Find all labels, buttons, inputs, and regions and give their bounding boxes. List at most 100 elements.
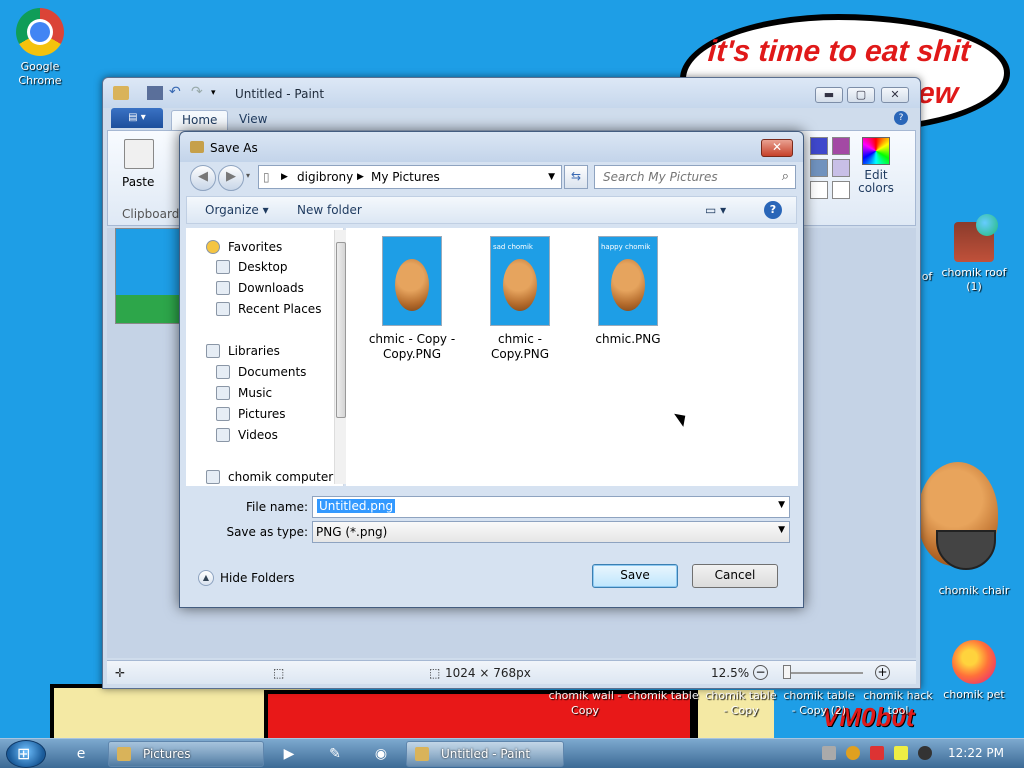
- file-name-field[interactable]: Untitled.png ▼: [312, 496, 790, 518]
- nav-videos[interactable]: Videos: [216, 426, 278, 444]
- media-player-icon[interactable]: ▶: [270, 742, 308, 766]
- desktop-icon-chomik-roof[interactable]: chomik roof (1): [934, 214, 1014, 294]
- file-name[interactable]: chmic - Copy - Copy.PNG: [364, 332, 460, 362]
- desktop-icon-label: of: [921, 270, 933, 283]
- battery-tray-icon[interactable]: [894, 746, 908, 760]
- nav-libraries[interactable]: Libraries: [206, 342, 280, 360]
- star-icon: [206, 240, 220, 254]
- volume-tray-icon[interactable]: [918, 746, 932, 760]
- help-icon[interactable]: ?: [894, 111, 908, 125]
- forward-button[interactable]: ▶: [218, 165, 244, 191]
- view-options-icon[interactable]: ▭ ▾: [705, 203, 726, 217]
- desktop-icon-chomik-table[interactable]: chomik table: [624, 688, 702, 703]
- file-menu-button[interactable]: ▤ ▾: [111, 108, 163, 128]
- refresh-button[interactable]: ⇆: [564, 165, 588, 189]
- color-swatch[interactable]: [810, 159, 828, 177]
- chrome-taskbar-icon[interactable]: ◉: [362, 742, 400, 766]
- search-box[interactable]: ⌕: [594, 165, 796, 189]
- edit-colors-icon: [862, 137, 890, 165]
- breadcrumb[interactable]: ▯ ▶ digibrony ▶ My Pictures ▼: [258, 165, 562, 189]
- zoom-slider-track[interactable]: [783, 672, 863, 674]
- desktop-icon-chomik-table-copy-2[interactable]: chomik table - Copy (2): [780, 688, 858, 718]
- scrollbar-thumb[interactable]: [336, 242, 346, 418]
- nav-desktop[interactable]: Desktop: [216, 258, 288, 276]
- roof-icon: [954, 214, 998, 262]
- save-button[interactable]: Save: [592, 564, 678, 588]
- desktop-icon-chomik-table-copy[interactable]: chomik table - Copy: [704, 688, 778, 718]
- chevron-up-icon: ▲: [198, 570, 214, 586]
- zoom-level: 12.5%: [711, 666, 750, 680]
- close-button[interactable]: ✕: [881, 87, 909, 103]
- nav-pictures[interactable]: Pictures: [216, 405, 286, 423]
- search-input[interactable]: [601, 169, 771, 185]
- desktop-icon-chomik-chair[interactable]: chomik chair: [934, 584, 1014, 598]
- breadcrumb-item[interactable]: digibrony: [297, 170, 353, 184]
- ie-icon[interactable]: e: [62, 742, 100, 766]
- cancel-button[interactable]: Cancel: [692, 564, 778, 588]
- desktop-icon-chomik-pet[interactable]: chomik pet: [934, 640, 1014, 702]
- nav-downloads[interactable]: Downloads: [216, 279, 304, 297]
- nav-recent-places[interactable]: Recent Places: [216, 300, 321, 318]
- color-swatch[interactable]: [832, 137, 850, 155]
- redo-icon[interactable]: ↷: [191, 85, 207, 100]
- edit-colors-button[interactable]: Edit colors: [856, 137, 896, 195]
- search-tray-icon[interactable]: [846, 746, 860, 760]
- organize-button[interactable]: Organize ▾: [205, 203, 269, 217]
- nav-label: Downloads: [238, 281, 304, 295]
- save-icon[interactable]: [147, 86, 163, 100]
- taskbar-task-pictures[interactable]: Pictures: [108, 741, 264, 767]
- undo-icon[interactable]: ↶: [169, 85, 185, 100]
- address-bar-row: ◀ ▶ ▾ ▯ ▶ digibrony ▶ My Pictures ▼ ⇆ ⌕: [186, 164, 797, 192]
- back-button[interactable]: ◀: [190, 165, 216, 191]
- breadcrumb-item[interactable]: My Pictures: [371, 170, 440, 184]
- minimize-button[interactable]: ▬: [815, 87, 843, 103]
- chevron-down-icon[interactable]: ▼: [548, 172, 555, 182]
- start-button[interactable]: ⊞: [6, 740, 46, 768]
- new-folder-button[interactable]: New folder: [297, 203, 362, 217]
- canvas[interactable]: [115, 228, 185, 324]
- file-thumbnail[interactable]: [382, 236, 442, 326]
- network-tray-icon[interactable]: [822, 746, 836, 760]
- nav-music[interactable]: Music: [216, 384, 272, 402]
- zoom-out-button[interactable]: −: [753, 665, 768, 680]
- paint-app-icon[interactable]: [113, 86, 129, 100]
- desktop-icon-chomik-hack-tool[interactable]: chomik hack tool: [860, 688, 936, 718]
- color-swatch[interactable]: [832, 181, 850, 199]
- zoom-in-button[interactable]: +: [875, 665, 890, 680]
- nav-scrollbar[interactable]: [334, 230, 346, 484]
- color-swatch[interactable]: [810, 137, 828, 155]
- paint-pinned-icon[interactable]: ✎: [316, 742, 354, 766]
- edit-colors-label: Edit colors: [858, 168, 894, 195]
- flag-tray-icon[interactable]: [870, 746, 884, 760]
- recent-pages-icon[interactable]: ▾: [246, 171, 250, 180]
- ribbon-tabs: ▤ ▾ Home View ?: [111, 108, 912, 130]
- help-icon[interactable]: ?: [764, 201, 782, 219]
- tab-home[interactable]: Home: [171, 110, 229, 130]
- customize-qa-icon[interactable]: ▾: [211, 86, 227, 100]
- clock[interactable]: 12:22 PM: [948, 746, 1004, 760]
- paste-icon[interactable]: [124, 139, 154, 169]
- color-swatch[interactable]: [832, 159, 850, 177]
- desktop-icon-label: chomik table - Copy: [705, 689, 777, 717]
- hide-folders-label: Hide Folders: [220, 571, 295, 585]
- desktop-icon-chomik-wall-copy[interactable]: chomik wall - Copy: [546, 688, 624, 718]
- navigation-pane: Favorites Desktop Downloads Recent Place…: [186, 228, 346, 486]
- file-name[interactable]: chmic - Copy.PNG: [472, 332, 568, 362]
- color-swatch[interactable]: [810, 181, 828, 199]
- chevron-down-icon[interactable]: ▼: [778, 500, 785, 510]
- zoom-slider-thumb[interactable]: [783, 665, 791, 679]
- nav-computer[interactable]: chomik computer: [206, 468, 333, 486]
- nav-favorites[interactable]: Favorites: [206, 238, 282, 256]
- paste-button[interactable]: Paste: [122, 175, 154, 189]
- file-thumbnail[interactable]: happy chomik: [598, 236, 658, 326]
- taskbar-task-paint[interactable]: Untitled - Paint: [406, 741, 564, 767]
- desktop-icon-chrome[interactable]: Google Chrome: [0, 8, 80, 88]
- file-name[interactable]: chmic.PNG: [580, 332, 676, 347]
- dialog-close-button[interactable]: ✕: [761, 139, 793, 157]
- maximize-button[interactable]: ▢: [847, 87, 875, 103]
- nav-documents[interactable]: Documents: [216, 363, 306, 381]
- save-as-type-select[interactable]: PNG (*.png) ▼: [312, 521, 790, 543]
- nav-label: Libraries: [228, 344, 280, 358]
- file-thumbnail[interactable]: sad chomik: [490, 236, 550, 326]
- tab-view[interactable]: View: [229, 110, 277, 130]
